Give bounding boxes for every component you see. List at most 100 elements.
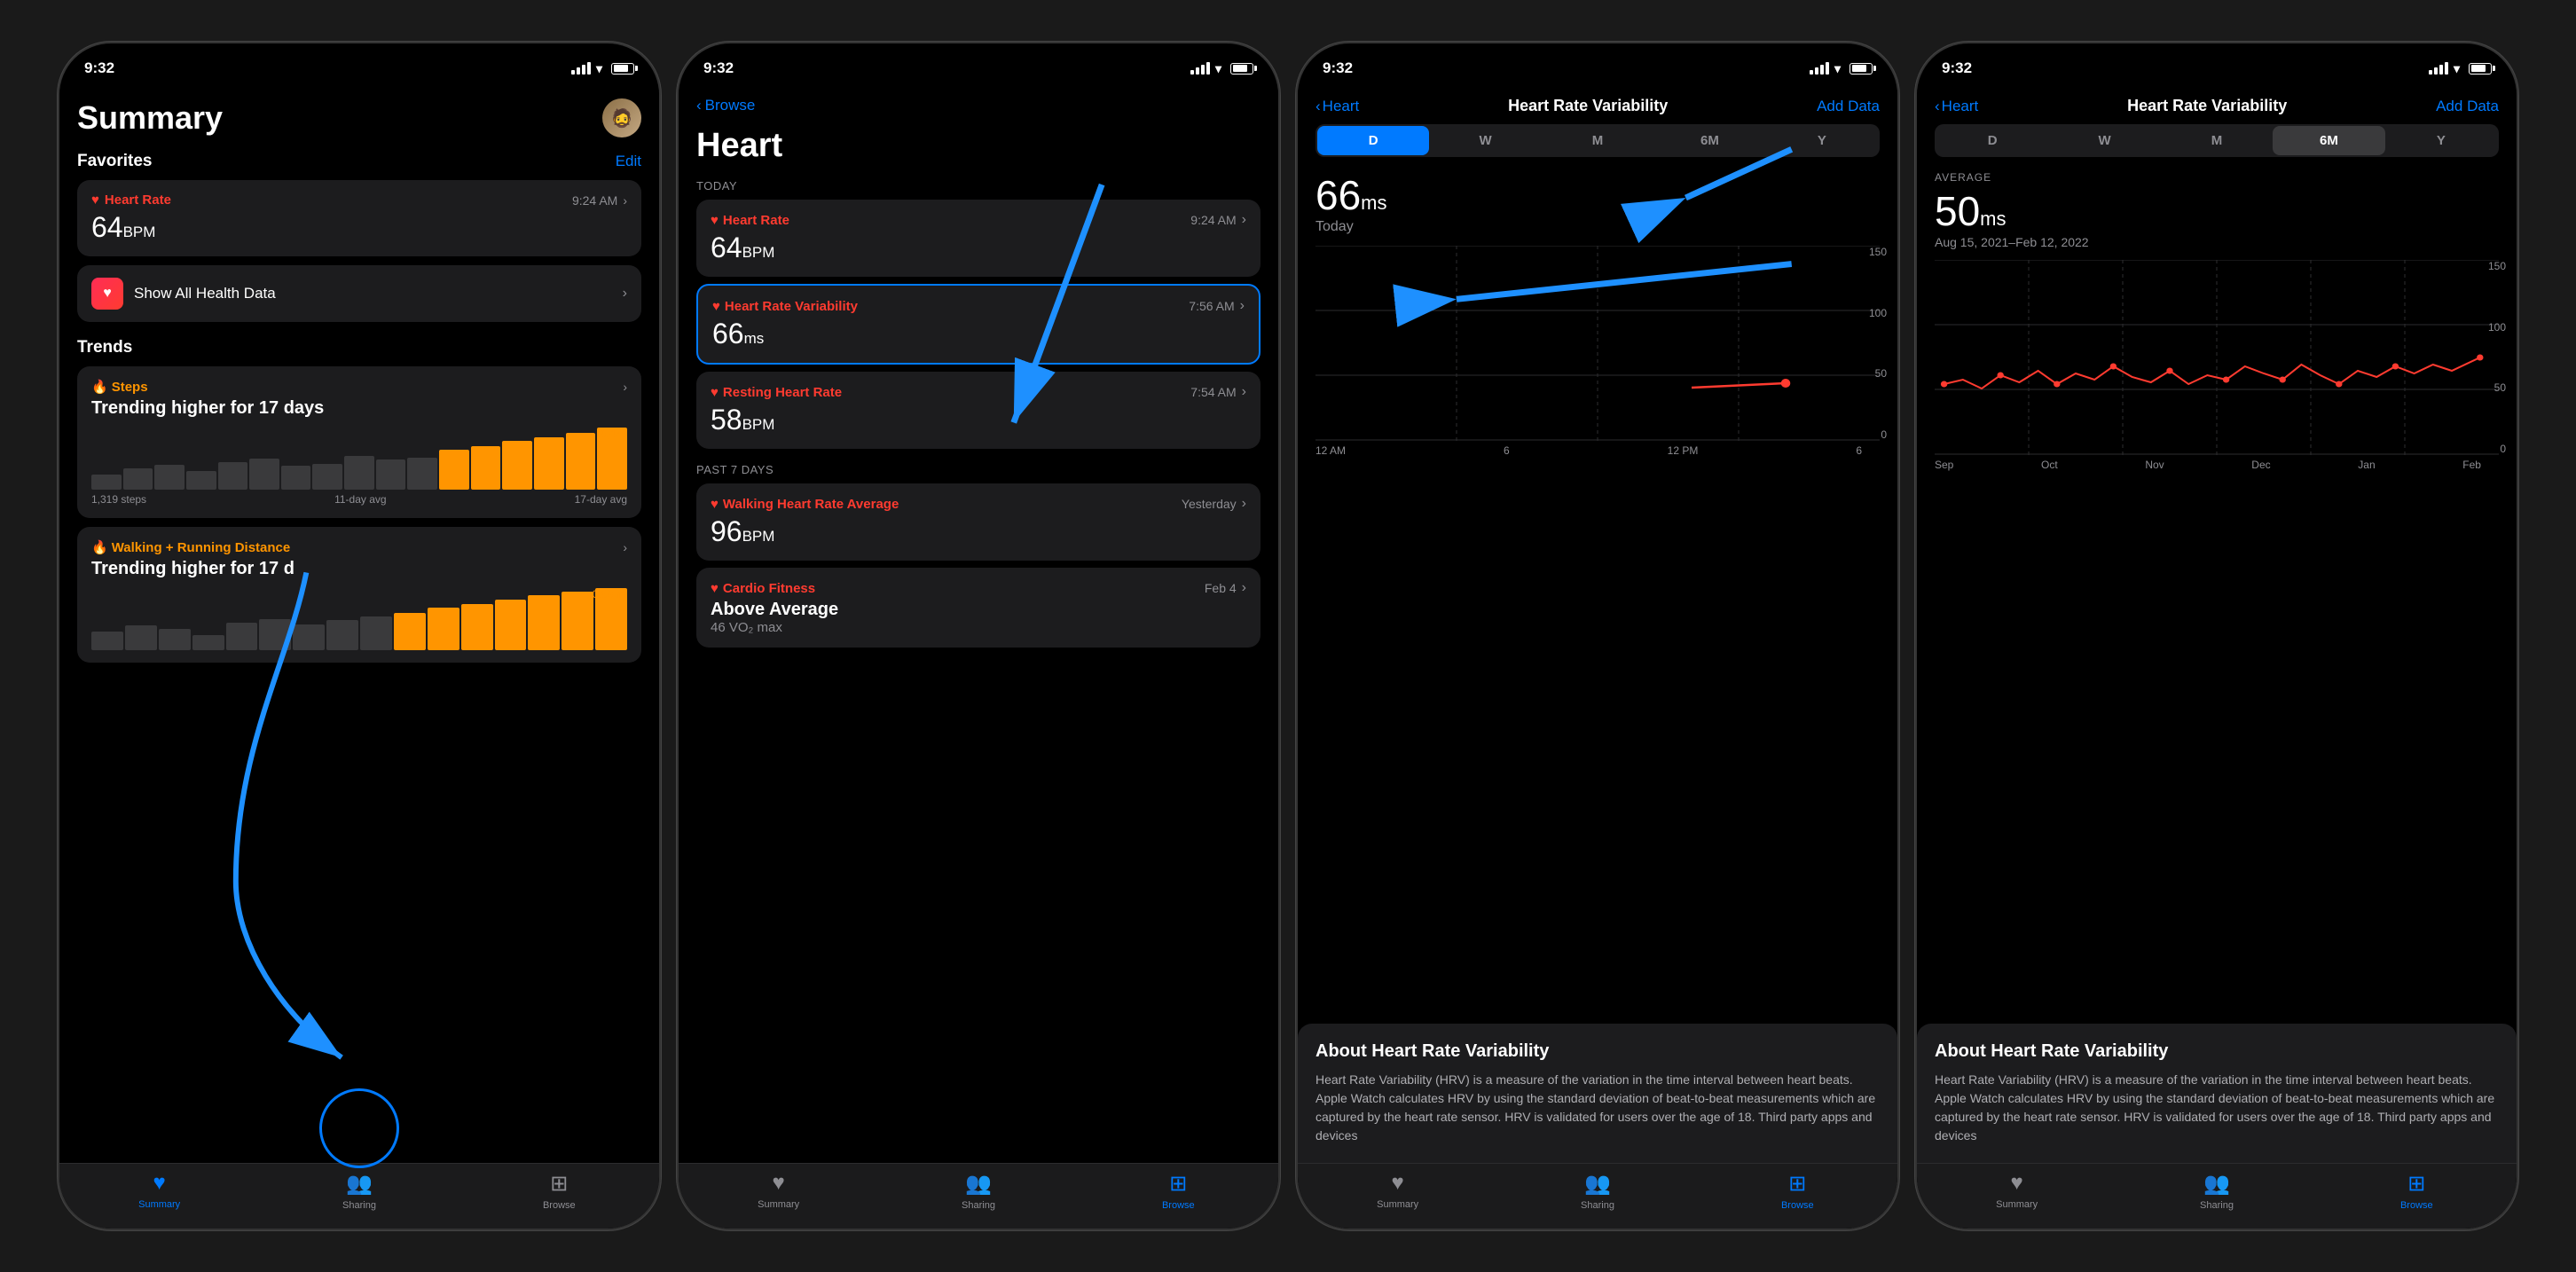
time-m-3[interactable]: M [1542,126,1653,155]
favorites-label: Favorites [77,152,152,171]
trends-label: Trends [77,338,132,357]
p4-page-title: Heart Rate Variability [2127,97,2287,115]
p3-page-title: Heart Rate Variability [1508,97,1668,115]
time-w-4[interactable]: W [2048,126,2160,155]
time-d-3[interactable]: D [1317,126,1429,155]
past7-label: Past 7 Days [696,463,1261,476]
p4-content: ‹ Heart Heart Rate Variability Add Data … [1917,88,2517,1229]
back-button-4[interactable]: ‹ Heart [1935,98,1978,115]
show-all-chevron: › [623,286,627,302]
chevron-icon: › [623,193,627,208]
resting-chevron: › [1242,384,1246,400]
signal-icon-2 [1190,62,1210,75]
time-2: 9:32 [703,59,734,77]
p1-scroll-content: Summary 🧔 Favorites Edit ♥ Heart Rate [59,88,659,1163]
steps-label: 🔥 Steps [91,379,148,395]
tab-browse-1[interactable]: ⊞ Browse [459,1171,659,1211]
avatar[interactable]: 🧔 [602,98,641,137]
phone-2: 9:32 ▾ [677,42,1280,1230]
tab-summary-3[interactable]: ♥ Summary [1298,1171,1497,1211]
heart-rate-time-2: 9:24 AM [1190,213,1236,227]
signal-icon-3 [1810,62,1829,75]
time-selector-3: D W M 6M Y [1315,124,1880,157]
p3-content: ‹ Heart Heart Rate Variability Add Data … [1298,88,1897,1229]
back-chevron-3: ‹ [1315,98,1321,115]
time-y-3[interactable]: Y [1766,126,1878,155]
browse-circle-highlight [319,1088,399,1168]
back-button-2[interactable]: ‹ Browse [696,97,755,114]
time-6m-3[interactable]: 6M [1653,126,1765,155]
time-d-4[interactable]: D [1936,126,2048,155]
tab-summary-4[interactable]: ♥ Summary [1917,1171,2117,1211]
tab-summary-icon-1: ♥ [153,1171,166,1196]
tab-summary-icon-2: ♥ [773,1171,785,1196]
cardio-value: 46 VO₂ max [711,620,1246,635]
add-data-btn-4[interactable]: Add Data [2436,98,2499,115]
tab-browse-2[interactable]: ⊞ Browse [1079,1171,1278,1211]
steps-trend-card[interactable]: 🔥 Steps › Trending higher for 17 days 6,… [77,366,641,518]
steps-avg1: 11-day avg [334,493,386,506]
tab-browse-4[interactable]: ⊞ Browse [2317,1171,2517,1211]
show-all-card[interactable]: ♥ Show All Health Data › [77,265,641,322]
dynamic-island-3 [1540,54,1655,86]
time-6m-4[interactable]: 6M [2273,126,2384,155]
steps-chevron: › [623,380,627,394]
heart-icon: ♥ [91,192,99,208]
distance-value: 0.68 mi [593,588,627,601]
status-icons-2: ▾ [1190,61,1253,76]
tab-summary-1[interactable]: ♥ Summary [59,1171,259,1211]
hrv-name-2: ♥ Heart Rate Variability [712,299,858,314]
signal-icon-1 [571,62,591,75]
add-data-btn-3[interactable]: Add Data [1817,98,1880,115]
tab-summary-icon-4: ♥ [2011,1171,2023,1196]
tab-summary-icon-3: ♥ [1392,1171,1404,1196]
status-icons-1: ▾ [571,61,634,76]
about-text-4: Heart Rate Variability (HRV) is a measur… [1935,1071,2499,1145]
tab-sharing-icon-2: 👥 [965,1171,992,1197]
heart-title: Heart [696,127,1261,165]
tab-sharing-3[interactable]: 👥 Sharing [1497,1171,1697,1211]
time-m-4[interactable]: M [2161,126,2273,155]
tab-browse-label-1: Browse [543,1200,576,1211]
back-label-3: Heart [1323,98,1360,115]
tab-sharing-2[interactable]: 👥 Sharing [878,1171,1078,1211]
resting-hr-card[interactable]: ♥ Resting Heart Rate 7:54 AM › 58BPM [696,372,1261,449]
heart-icon-2: ♥ [711,213,719,228]
hrv-unit-3: ms [1361,192,1386,214]
edit-button[interactable]: Edit [616,153,641,170]
tab-sharing-4[interactable]: 👥 Sharing [2117,1171,2316,1211]
heart-rate-card[interactable]: ♥ Heart Rate 9:24 AM › 64BPM [77,180,641,256]
tab-summary-label-3: Summary [1377,1199,1418,1210]
tab-sharing-icon-3: 👥 [1584,1171,1611,1197]
walking-hr-card[interactable]: ♥ Walking Heart Rate Average Yesterday ›… [696,483,1261,561]
today-label: Today [696,179,1261,192]
tab-sharing-icon-1: 👥 [346,1171,373,1197]
tab-summary-2[interactable]: ♥ Summary [679,1171,878,1211]
cardio-card[interactable]: ♥ Cardio Fitness Feb 4 › Above Average 4… [696,568,1261,648]
walking-unit: BPM [742,528,775,545]
p2-content: ‹ Browse Heart Today ♥ Heart Rate [679,88,1278,1163]
signal-icon-4 [2429,62,2448,75]
phones-container: 9:32 ▾ Summary [58,42,2518,1230]
tab-browse-3[interactable]: ⊞ Browse [1698,1171,1897,1211]
heart-rate-card-2[interactable]: ♥ Heart Rate 9:24 AM › 64BPM [696,200,1261,277]
time-w-3[interactable]: W [1429,126,1541,155]
phone-3: 9:32 ▾ [1296,42,1899,1230]
hrv-value-4: 50 [1935,188,1980,234]
distance-trend-card[interactable]: 🔥 Walking + Running Distance › Trending … [77,527,641,663]
hrv-unit-4: ms [1980,208,2006,230]
walking-hr-name: ♥ Walking Heart Rate Average [711,497,899,512]
time-y-4[interactable]: Y [2385,126,2497,155]
battery-icon-4 [2469,63,2492,75]
tab-sharing-1[interactable]: 👥 Sharing [259,1171,459,1211]
battery-icon-1 [611,63,634,75]
heart-rate-chevron-2: › [1242,212,1246,228]
cardio-time: Feb 4 [1205,581,1237,595]
tab-summary-label-4: Summary [1996,1199,2038,1210]
tab-browse-label-3: Browse [1781,1200,1814,1211]
hrv-card-2[interactable]: ♥ Heart Rate Variability 7:56 AM › 66ms [696,284,1261,365]
dynamic-island-2 [921,54,1036,86]
tab-bar-1: ♥ Summary 👥 Sharing ⊞ Browse [59,1163,659,1229]
back-button-3[interactable]: ‹ Heart [1315,98,1359,115]
summary-title: Summary [77,99,223,137]
